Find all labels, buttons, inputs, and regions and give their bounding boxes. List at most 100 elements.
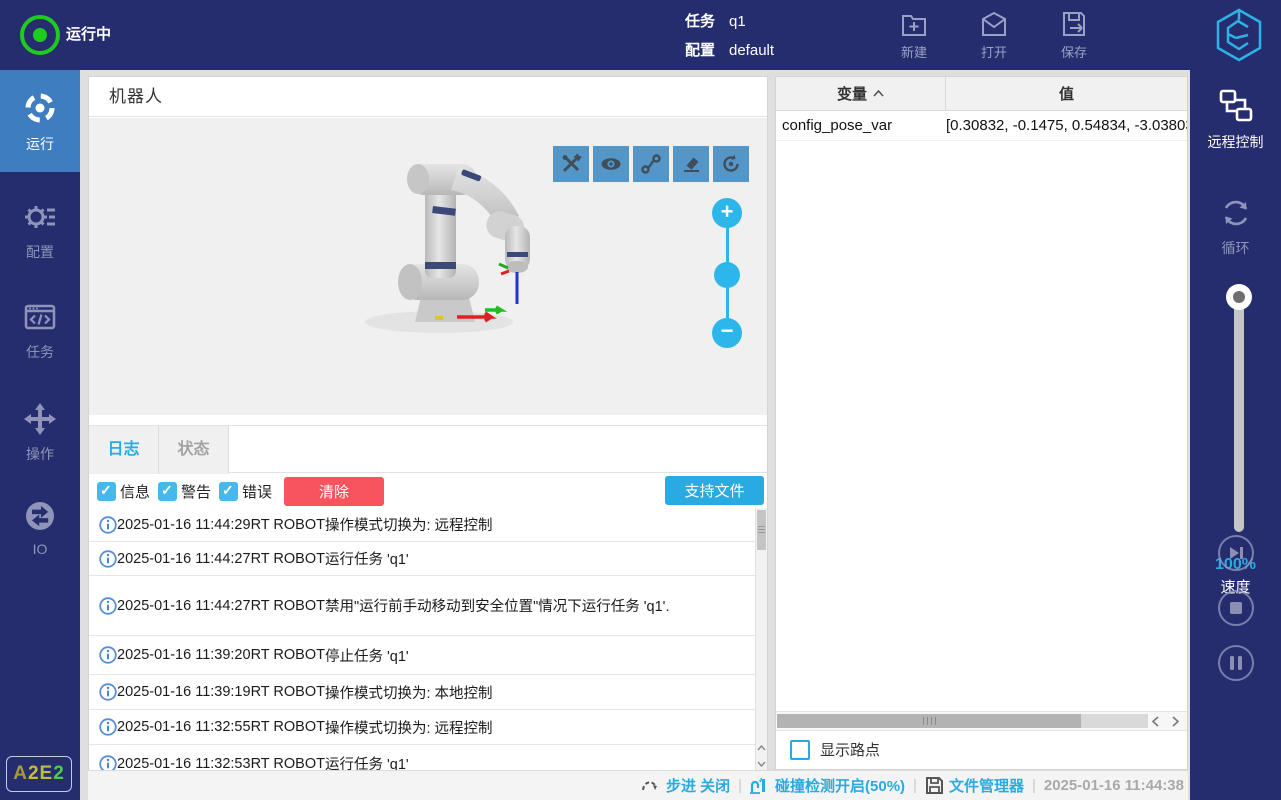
robot-model-badge: A 2 E 2 <box>6 756 72 792</box>
sidebar-item-run[interactable]: 运行 <box>0 70 80 172</box>
sidebar-item-task[interactable]: 任务 <box>0 288 80 384</box>
variables-panel: 变量 值 config_pose_var [0.30832, -0.1475, … <box>775 76 1188 770</box>
left-nav-sidebar: 运行 配置 任务 <box>0 70 80 800</box>
support-files-button[interactable]: 支持文件 <box>665 476 764 505</box>
info-icon <box>89 646 117 664</box>
step-forward-button[interactable] <box>1218 535 1254 571</box>
view-visibility-button[interactable] <box>593 146 629 182</box>
skip-forward-icon <box>1228 546 1244 560</box>
save-task-label: 保存 <box>1061 45 1087 60</box>
show-waypoints-checkbox[interactable] <box>790 740 810 760</box>
scroll-down-button[interactable] <box>756 756 767 771</box>
log-message: 运行任务 'q1' <box>325 548 755 569</box>
filter-info-checkbox[interactable]: 信息 <box>97 481 150 502</box>
hscroll-track[interactable] <box>777 714 1148 728</box>
log-row[interactable]: 2025-01-16 11:32:55 RT ROBOT 操作模式切换为: 远程… <box>89 710 755 745</box>
variable-value: [0.30832, -0.1475, 0.54834, -3.03803, <box>946 117 1187 134</box>
checkbox-checked-icon <box>158 482 177 501</box>
log-row[interactable]: 2025-01-16 11:39:20 RT ROBOT 停止任务 'q1' <box>89 636 755 675</box>
log-list[interactable]: 2025-01-16 11:44:29 RT ROBOT 操作模式切换为: 远程… <box>89 508 755 771</box>
eye-icon <box>600 153 622 175</box>
log-time: 2025-01-16 11:39:19 <box>117 684 251 700</box>
column-value-header[interactable]: 值 <box>946 77 1187 110</box>
scroll-right-button[interactable] <box>1166 712 1185 730</box>
speed-slider-handle[interactable] <box>1226 284 1252 310</box>
hscroll-thumb[interactable] <box>777 714 1081 728</box>
sidebar-item-io[interactable]: IO <box>0 485 80 581</box>
log-row[interactable]: 2025-01-16 11:32:53 RT ROBOT 运行任务 'q1' <box>89 745 755 771</box>
column-variable-label: 变量 <box>837 83 867 104</box>
remote-control-label: 远程控制 <box>1190 132 1281 152</box>
collision-detect-label: 碰撞检测开启(50%) <box>775 775 905 796</box>
statusbar-divider: | <box>913 777 917 794</box>
reset-view-button[interactable] <box>713 146 749 182</box>
sidebar-item-config[interactable]: 配置 <box>0 188 80 284</box>
zoom-out-button[interactable]: − <box>712 318 742 348</box>
remote-control-mode[interactable]: 远程控制 <box>1190 88 1281 152</box>
log-message: 操作模式切换为: 远程控制 <box>325 514 755 535</box>
file-manager-button[interactable]: 文件管理器 <box>925 775 1024 796</box>
collision-detect-toggle[interactable]: 碰撞检测开启(50%) <box>750 775 905 796</box>
log-message: 禁用"运行前手动移动到安全位置"情况下运行任务 'q1'. <box>325 595 755 616</box>
tab-log[interactable]: 日志 <box>89 426 159 474</box>
step-mode-toggle[interactable]: 步进 关闭 <box>641 775 730 796</box>
badge-letter: 2 <box>28 763 40 785</box>
save-task-button[interactable]: 保存 <box>1046 9 1102 61</box>
sidebar-item-task-label: 任务 <box>0 342 80 362</box>
robot-panel-header: 机器人 <box>89 77 767 117</box>
sidebar-item-run-label: 运行 <box>0 134 80 154</box>
loop-mode[interactable]: 循环 <box>1190 196 1281 258</box>
scroll-left-button[interactable] <box>1146 712 1165 730</box>
variable-row[interactable]: config_pose_var [0.30832, -0.1475, 0.548… <box>776 111 1187 141</box>
log-vertical-scrollbar[interactable] <box>755 508 767 771</box>
floppy-icon <box>925 776 944 795</box>
variables-horizontal-scrollbar[interactable] <box>776 711 1187 731</box>
statusbar-timestamp: 2025-01-16 11:44:38 <box>1044 777 1184 794</box>
log-scrollbar-thumb[interactable] <box>757 510 766 550</box>
column-variable-header[interactable]: 变量 <box>776 77 946 110</box>
info-icon <box>89 683 117 701</box>
open-task-button[interactable]: 打开 <box>966 9 1022 61</box>
statusbar-divider: | <box>738 777 742 794</box>
show-path-button[interactable] <box>633 146 669 182</box>
robot-arm-render <box>339 154 539 344</box>
file-manager-label: 文件管理器 <box>949 775 1024 796</box>
stop-button[interactable] <box>1218 590 1254 626</box>
running-status-icon <box>20 15 60 55</box>
stop-icon <box>1230 602 1242 614</box>
log-status-tabs: 日志 状态 <box>89 425 767 473</box>
move-arrows-icon <box>23 402 57 436</box>
log-source: RT ROBOT <box>251 551 325 567</box>
speed-slider-track[interactable] <box>1234 296 1244 532</box>
brand-logo-icon <box>1214 7 1264 63</box>
loop-label: 循环 <box>1190 238 1281 258</box>
pause-button[interactable] <box>1218 645 1254 681</box>
log-row[interactable]: 2025-01-16 11:39:19 RT ROBOT 操作模式切换为: 本地… <box>89 675 755 710</box>
log-time: 2025-01-16 11:39:20 <box>117 647 251 663</box>
filter-warning-label: 警告 <box>181 481 211 502</box>
remote-control-icon <box>1218 88 1254 124</box>
sidebar-item-io-label: IO <box>0 541 80 557</box>
top-bar: 运行中 任务 q1 配置 default 新建 打开 <box>0 0 1281 70</box>
filter-error-checkbox[interactable]: 错误 <box>219 481 272 502</box>
view-settings-button[interactable] <box>553 146 589 182</box>
log-row[interactable]: 2025-01-16 11:44:27 RT ROBOT 禁用"运行前手动移动到… <box>89 576 755 636</box>
tab-status[interactable]: 状态 <box>159 426 229 474</box>
filter-warning-checkbox[interactable]: 警告 <box>158 481 211 502</box>
log-source: RT ROBOT <box>251 684 325 700</box>
log-message: 操作模式切换为: 远程控制 <box>325 717 755 738</box>
zoom-slider-handle[interactable] <box>714 262 740 288</box>
erase-path-button[interactable] <box>673 146 709 182</box>
log-row[interactable]: 2025-01-16 11:44:27 RT ROBOT 运行任务 'q1' <box>89 542 755 576</box>
log-row[interactable]: 2025-01-16 11:44:29 RT ROBOT 操作模式切换为: 远程… <box>89 508 755 542</box>
sidebar-item-operate[interactable]: 操作 <box>0 388 80 484</box>
new-task-button[interactable]: 新建 <box>886 9 942 61</box>
log-time: 2025-01-16 11:44:27 <box>117 551 251 567</box>
filter-info-label: 信息 <box>120 481 150 502</box>
io-exchange-icon <box>23 499 57 533</box>
clear-log-button[interactable]: 清除 <box>284 477 384 506</box>
zoom-in-button[interactable]: + <box>712 198 742 228</box>
scroll-up-button[interactable] <box>756 740 767 755</box>
config-value: default <box>729 36 774 65</box>
robot-3d-viewport[interactable]: + − <box>89 118 767 415</box>
